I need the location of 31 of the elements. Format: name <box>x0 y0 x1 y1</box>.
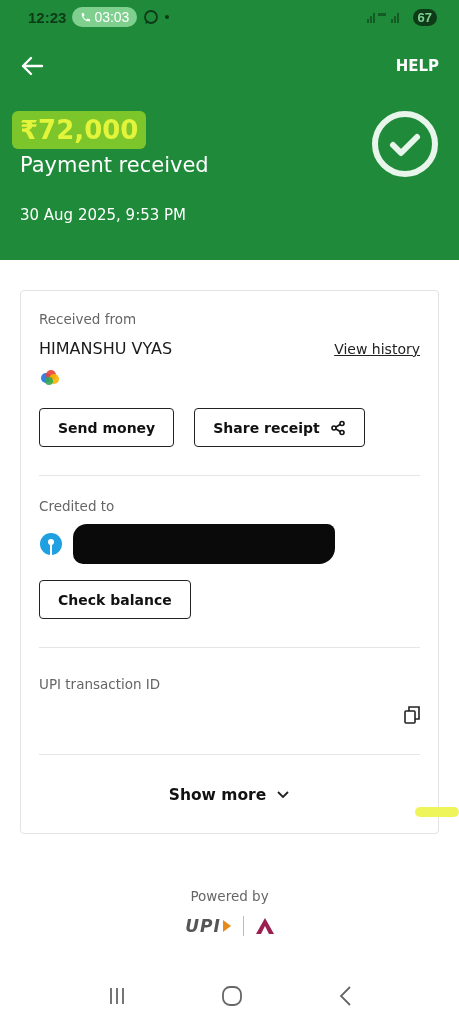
battery-level: 67 <box>412 8 437 26</box>
section-label: Received from <box>39 311 138 327</box>
success-check-icon <box>371 110 439 178</box>
help-button[interactable]: HELP <box>395 57 439 75</box>
back-icon[interactable] <box>338 986 351 1006</box>
phone-icon <box>80 11 92 23</box>
payment-amount: ₹72,000 <box>12 111 147 149</box>
highlighter-stroke <box>415 807 459 817</box>
payment-datetime: 30 Aug 2025, 9:53 PM <box>20 206 188 224</box>
view-history-link[interactable]: View history <box>334 340 420 357</box>
sender-name: HIMANSHU VYAS <box>39 339 173 358</box>
payment-app-icon <box>39 368 61 388</box>
bank-logo-icon <box>255 918 274 934</box>
section-label: Credited to <box>39 498 116 514</box>
payment-status-title: Payment received <box>20 153 209 177</box>
upi-logo: UPI <box>185 916 231 936</box>
check-balance-button[interactable]: Check balance <box>39 580 191 619</box>
recent-apps-icon[interactable] <box>108 987 127 1005</box>
share-icon <box>329 419 346 436</box>
powered-by-text: Powered by <box>190 888 269 904</box>
section-label: UPI transaction ID <box>39 676 162 692</box>
bank-logo-icon <box>39 532 63 556</box>
notification-dot-icon <box>165 15 170 19</box>
status-time: 12:23 <box>28 8 67 26</box>
send-money-button[interactable]: Send money <box>39 408 175 447</box>
copy-icon[interactable] <box>404 706 420 724</box>
chevron-down-icon <box>276 790 291 799</box>
back-arrow-icon[interactable] <box>20 56 44 76</box>
home-icon[interactable] <box>222 986 243 1006</box>
share-receipt-button[interactable]: Share receipt <box>194 408 365 447</box>
chat-app-icon <box>143 9 160 25</box>
